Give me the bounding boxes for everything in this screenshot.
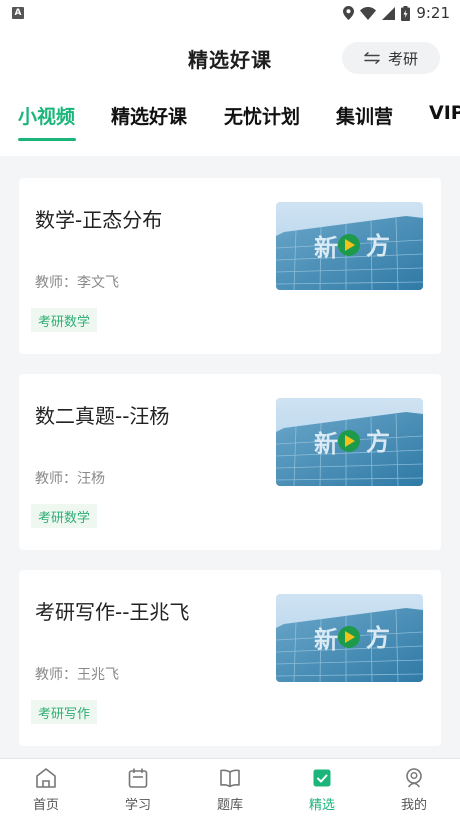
nav-mine-label: 我的 bbox=[400, 797, 427, 813]
course-teacher: 教师：王兆飞 bbox=[35, 667, 119, 683]
bottom-nav: 首页 学习 题库 精选 我的 bbox=[0, 758, 460, 818]
svg-text:新: 新 bbox=[314, 430, 338, 458]
exam-switch-button[interactable]: 考研 bbox=[342, 42, 440, 74]
course-teacher: 教师：李文飞 bbox=[35, 275, 119, 291]
calendar-icon bbox=[128, 768, 148, 788]
nav-study[interactable]: 学习 bbox=[92, 759, 184, 818]
tab-training-camp[interactable]: 集训营 bbox=[336, 102, 393, 129]
svg-text:方: 方 bbox=[366, 428, 390, 456]
profile-icon bbox=[406, 767, 422, 787]
course-card[interactable]: 数学-正态分布 教师：李文飞 考研数学 新 方 bbox=[19, 178, 441, 354]
course-tag: 考研写作 bbox=[31, 700, 98, 724]
active-tab-indicator bbox=[18, 138, 76, 141]
tab-short-video[interactable]: 小视频 bbox=[18, 102, 75, 129]
tab-worry-free-plan[interactable]: 无忧计划 bbox=[224, 102, 300, 129]
tab-featured-courses[interactable]: 精选好课 bbox=[111, 102, 187, 129]
course-tag: 考研数学 bbox=[31, 504, 98, 528]
course-title: 考研写作--王兆飞 bbox=[35, 600, 190, 624]
check-icon bbox=[313, 769, 331, 786]
wifi-icon bbox=[360, 6, 377, 20]
course-thumbnail[interactable]: 新 方 bbox=[276, 398, 423, 486]
nav-question-bank[interactable]: 题库 bbox=[184, 759, 276, 818]
course-title: 数学-正态分布 bbox=[35, 208, 163, 232]
svg-text:新: 新 bbox=[314, 626, 338, 654]
course-thumbnail[interactable]: 新 方 bbox=[276, 202, 423, 290]
switch-arrows-icon bbox=[364, 52, 380, 64]
course-thumbnail[interactable]: 新 方 bbox=[276, 594, 423, 682]
course-teacher: 教师：汪杨 bbox=[35, 471, 105, 487]
status-right: 9:21 bbox=[343, 4, 450, 22]
status-bar: A 9:21 bbox=[0, 0, 460, 26]
course-title: 数二真题--汪杨 bbox=[35, 404, 170, 428]
svg-text:新: 新 bbox=[314, 234, 338, 262]
home-icon bbox=[36, 767, 56, 788]
battery-icon bbox=[401, 5, 411, 21]
nav-home[interactable]: 首页 bbox=[0, 759, 92, 818]
signal-icon bbox=[382, 6, 396, 20]
status-time: 9:21 bbox=[416, 4, 450, 22]
svg-text:方: 方 bbox=[366, 624, 390, 652]
category-tabs: 小视频 精选好课 无忧计划 集训营 VIP bbox=[0, 90, 460, 156]
course-card[interactable]: 考研写作--王兆飞 教师：王兆飞 考研写作 新 方 bbox=[19, 570, 441, 746]
exam-switch-label: 考研 bbox=[387, 49, 418, 68]
notification-icon: A bbox=[12, 7, 24, 19]
course-card[interactable]: 数二真题--汪杨 教师：汪杨 考研数学 新 方 bbox=[19, 374, 441, 550]
nav-home-label: 首页 bbox=[32, 797, 59, 813]
book-icon bbox=[220, 769, 240, 787]
tab-vip[interactable]: VIP bbox=[429, 102, 460, 124]
nav-question-bank-label: 题库 bbox=[216, 797, 243, 813]
nav-mine[interactable]: 我的 bbox=[368, 759, 460, 818]
header: 精选好课 考研 bbox=[0, 26, 460, 90]
course-tag: 考研数学 bbox=[31, 308, 98, 332]
location-icon bbox=[343, 6, 355, 20]
svg-text:方: 方 bbox=[366, 232, 390, 260]
nav-study-label: 学习 bbox=[124, 797, 151, 813]
nav-featured-label: 精选 bbox=[308, 797, 335, 813]
nav-featured[interactable]: 精选 bbox=[276, 759, 368, 818]
